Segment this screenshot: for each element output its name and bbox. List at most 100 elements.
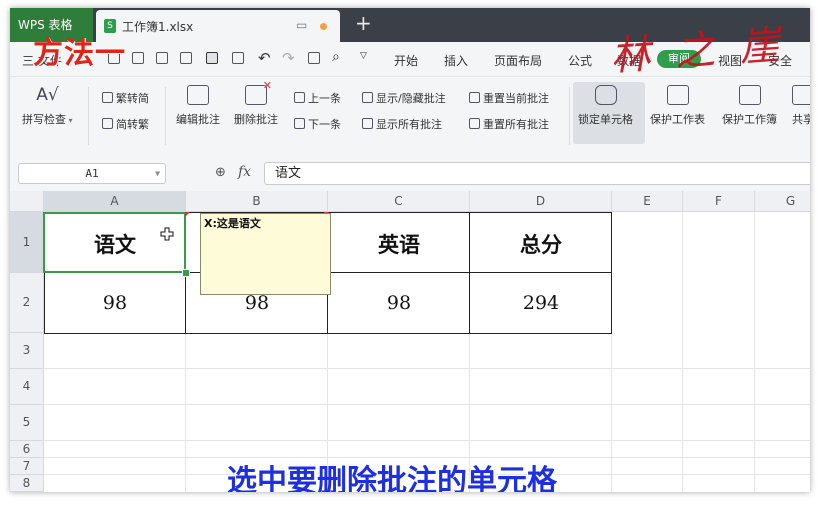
chevron-down-icon[interactable]: ▽	[360, 51, 367, 61]
col-header-f[interactable]: F	[683, 191, 755, 212]
col-header-a[interactable]: A	[44, 191, 186, 212]
row-header-8[interactable]: 8	[10, 475, 44, 492]
simp-trad-icon	[102, 118, 113, 129]
show-hide-comment-button[interactable]: 显示/隐藏批注	[362, 90, 446, 106]
reset-current-comment-icon	[469, 92, 480, 103]
col-header-d[interactable]: D	[470, 191, 612, 212]
name-box[interactable]: A1 ▼	[18, 163, 166, 184]
delete-comment-label: 删除批注	[234, 113, 278, 126]
next-comment-label: 下一条	[308, 118, 341, 131]
cell-ref: A1	[85, 167, 99, 180]
comment-popup[interactable]: X:这是语文	[200, 213, 331, 295]
reset-current-comment-button[interactable]: 重置当前批注	[469, 90, 549, 106]
gridline	[754, 212, 755, 492]
comment-indicator-icon	[185, 212, 190, 217]
unsaved-dot-icon	[320, 23, 327, 30]
open-icon[interactable]	[132, 52, 144, 64]
divider	[165, 87, 166, 145]
edit-comment-button[interactable]: 编辑批注	[176, 85, 220, 127]
cell-cursor-icon	[160, 227, 174, 241]
protect-workbook-button[interactable]: 保护工作簿	[722, 85, 777, 127]
show-all-comments-label: 显示所有批注	[376, 118, 442, 131]
show-all-comments-icon	[362, 118, 373, 129]
next-comment-icon	[294, 118, 305, 129]
menu-insert[interactable]: 插入	[444, 52, 468, 69]
print-preview-icon[interactable]	[206, 52, 218, 64]
show-hide-comment-label: 显示/隐藏批注	[376, 92, 446, 105]
trad-to-simp-button[interactable]: 繁转简	[102, 90, 149, 106]
search-icon[interactable]: ⌕	[332, 49, 340, 65]
formula-bar: A1 ▼ ⊕ fx 语文	[10, 159, 810, 189]
edit-comment-icon	[187, 85, 209, 105]
redo-icon[interactable]: ↷	[282, 49, 295, 67]
lock-icon	[594, 85, 617, 105]
col-header-g[interactable]: G	[755, 191, 810, 212]
fill-handle[interactable]	[182, 269, 190, 277]
menu-home[interactable]: 开始	[394, 52, 418, 69]
delete-comment-icon: ✕	[245, 79, 272, 105]
row-header-4[interactable]: 4	[10, 369, 44, 405]
cell-d2[interactable]: 294	[470, 292, 612, 314]
simp-to-trad-button[interactable]: 简转繁	[102, 116, 149, 132]
row-header-2[interactable]: 2	[10, 273, 44, 333]
row-header-7[interactable]: 7	[10, 458, 44, 475]
menu-formulas[interactable]: 公式	[568, 52, 592, 69]
spellcheck-icon: A√	[36, 85, 59, 105]
cell-d1[interactable]: 总分	[470, 229, 612, 259]
gridline	[682, 212, 683, 492]
comment-text: X:这是语文	[204, 217, 261, 230]
show-hide-comment-icon	[362, 92, 373, 103]
document-tab[interactable]: S 工作簿1.xlsx ▭	[96, 10, 340, 42]
select-all-corner[interactable]	[10, 191, 44, 212]
row-header-5[interactable]: 5	[10, 405, 44, 441]
trad-to-simp-label: 繁转简	[116, 92, 149, 105]
prev-comment-icon	[294, 92, 305, 103]
delete-comment-button[interactable]: ✕ 删除批注	[234, 79, 278, 127]
spellcheck-button[interactable]: A√ 拼写检查 ▾	[22, 85, 73, 127]
reset-all-comments-icon	[469, 118, 480, 129]
zoom-icon[interactable]: ⊕	[215, 165, 226, 180]
chevron-down-icon: ▾	[66, 116, 73, 125]
share-label: 共享	[792, 113, 810, 126]
new-tab-button[interactable]: +	[355, 11, 372, 35]
cell-c1[interactable]: 英语	[328, 229, 470, 259]
monitor-icon[interactable]: ▭	[296, 18, 307, 32]
row-header-1[interactable]: 1	[10, 212, 44, 273]
col-header-b[interactable]: B	[186, 191, 328, 212]
protect-workbook-label: 保护工作簿	[722, 113, 777, 126]
share-icon	[792, 85, 810, 105]
reset-all-comments-button[interactable]: 重置所有批注	[469, 116, 549, 132]
active-cell-selection	[43, 212, 186, 273]
divider	[569, 87, 570, 145]
gridline	[44, 368, 810, 369]
undo-icon[interactable]: ↶	[258, 49, 271, 67]
export-pdf-icon[interactable]	[308, 52, 320, 64]
find-icon[interactable]	[232, 52, 244, 64]
share-button[interactable]: 共享	[792, 85, 810, 127]
fx-icon[interactable]: fx	[238, 164, 251, 180]
prev-comment-button[interactable]: 上一条	[294, 90, 341, 106]
show-all-comments-button[interactable]: 显示所有批注	[362, 116, 442, 132]
lock-cell-label: 锁定单元格	[578, 113, 633, 126]
cell-b2[interactable]: 98	[186, 292, 328, 314]
divider	[88, 87, 89, 145]
row-header-6[interactable]: 6	[10, 441, 44, 458]
method-title: 方法一	[33, 36, 126, 71]
protect-sheet-label: 保护工作表	[650, 113, 705, 126]
row-header-3[interactable]: 3	[10, 333, 44, 369]
save-icon[interactable]	[156, 52, 168, 64]
cell-c2[interactable]: 98	[328, 292, 470, 314]
formula-input[interactable]: 语文	[264, 162, 810, 185]
next-comment-button[interactable]: 下一条	[294, 116, 341, 132]
col-header-c[interactable]: C	[328, 191, 470, 212]
spellcheck-label: 拼写检查	[22, 113, 66, 126]
col-header-e[interactable]: E	[612, 191, 683, 212]
chevron-down-icon: ▼	[155, 169, 160, 178]
cell-a2[interactable]: 98	[44, 292, 186, 314]
lock-cell-button[interactable]: 锁定单元格	[578, 85, 633, 127]
menu-page-layout[interactable]: 页面布局	[494, 52, 542, 69]
review-ribbon: A√ 拼写检查 ▾ 繁转简 简转繁 编辑批注 ✕ 删除批注 上一条 下一条 显示…	[10, 77, 810, 160]
protect-sheet-button[interactable]: 保护工作表	[650, 85, 705, 127]
print-icon[interactable]	[180, 52, 192, 64]
instruction-caption: 选中要删除批注的单元格	[227, 464, 557, 492]
